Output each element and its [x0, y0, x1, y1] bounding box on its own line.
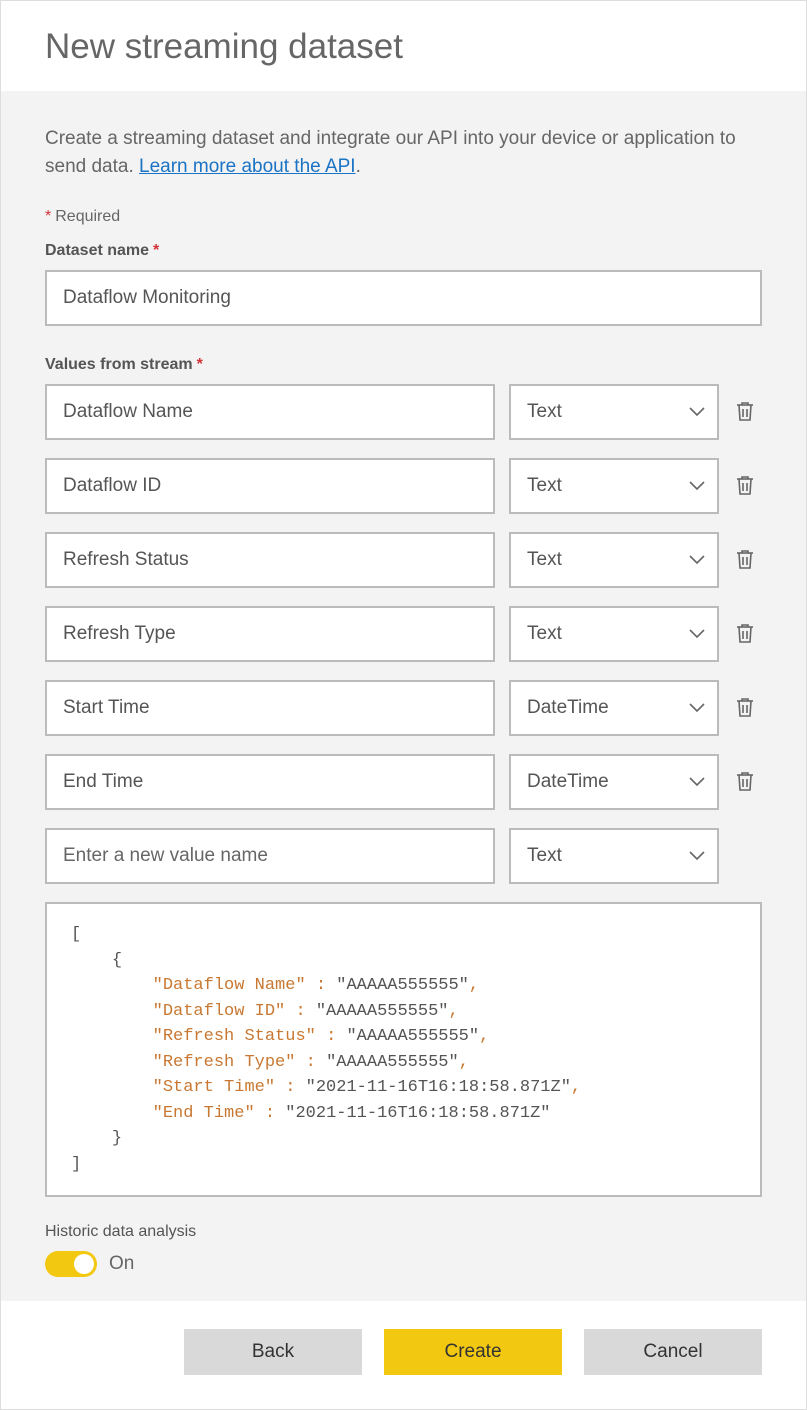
values-from-stream-section: Values from stream* Text Text Text Text Date… — [45, 356, 762, 1277]
chevron-down-icon — [689, 845, 705, 867]
historic-toggle[interactable] — [45, 1251, 97, 1277]
intro-after: . — [356, 156, 361, 177]
new-value-type-select[interactable]: Text — [509, 828, 719, 884]
value-rows: Text Text Text Text DateTime DateTime — [45, 384, 762, 810]
dialog-title: New streaming dataset — [45, 27, 762, 67]
value-type-select[interactable]: DateTime — [509, 680, 719, 736]
select-value: Text — [527, 549, 562, 571]
value-type-select[interactable]: DateTime — [509, 754, 719, 810]
value-name-input[interactable] — [45, 532, 495, 588]
select-value: Text — [527, 475, 562, 497]
required-star-icon: * — [153, 242, 159, 259]
new-value-row-wrap: Text — [45, 828, 762, 884]
select-value: Text — [527, 845, 562, 867]
chevron-down-icon — [689, 475, 705, 497]
dataset-name-section: Dataset name* — [45, 242, 762, 326]
chevron-down-icon — [689, 771, 705, 793]
new-streaming-dataset-dialog: New streaming dataset Create a streaming… — [0, 0, 807, 1410]
select-value: DateTime — [527, 771, 609, 793]
trash-icon[interactable] — [733, 768, 759, 796]
select-value: Text — [527, 623, 562, 645]
back-button[interactable]: Back — [184, 1329, 362, 1375]
value-type-select[interactable]: Text — [509, 606, 719, 662]
dataset-name-label-text: Dataset name — [45, 242, 149, 259]
historic-toggle-row: On — [45, 1251, 762, 1277]
value-row: Text — [45, 606, 762, 662]
dialog-header: New streaming dataset — [1, 1, 806, 91]
learn-more-link[interactable]: Learn more about the API — [139, 156, 356, 177]
historic-label: Historic data analysis — [45, 1223, 762, 1241]
create-button[interactable]: Create — [384, 1329, 562, 1375]
dataset-name-label: Dataset name* — [45, 242, 762, 260]
required-star-icon: * — [197, 356, 203, 373]
required-label: Required — [55, 208, 120, 225]
json-preview: [ { "Dataflow Name" : "AAAAA555555", "Da… — [45, 902, 762, 1197]
value-name-input[interactable] — [45, 754, 495, 810]
value-row: DateTime — [45, 754, 762, 810]
chevron-down-icon — [689, 401, 705, 423]
intro-text: Create a streaming dataset and integrate… — [45, 125, 762, 180]
new-value-name-input[interactable] — [45, 828, 495, 884]
value-row: Text — [45, 384, 762, 440]
dataset-name-input[interactable] — [45, 270, 762, 326]
values-from-stream-label-text: Values from stream — [45, 356, 193, 373]
required-star-icon: * — [45, 208, 51, 225]
value-name-input[interactable] — [45, 680, 495, 736]
trash-icon[interactable] — [733, 546, 759, 574]
value-type-select[interactable]: Text — [509, 384, 719, 440]
value-name-input[interactable] — [45, 606, 495, 662]
required-note: *Required — [45, 208, 762, 226]
chevron-down-icon — [689, 549, 705, 571]
dialog-footer: Back Create Cancel — [1, 1301, 806, 1409]
chevron-down-icon — [689, 623, 705, 645]
value-row: Text — [45, 458, 762, 514]
trash-icon[interactable] — [733, 398, 759, 426]
value-type-select[interactable]: Text — [509, 458, 719, 514]
historic-state-text: On — [109, 1253, 134, 1275]
values-from-stream-label: Values from stream* — [45, 356, 762, 374]
select-value: Text — [527, 401, 562, 423]
chevron-down-icon — [689, 697, 705, 719]
trash-icon[interactable] — [733, 694, 759, 722]
value-row: DateTime — [45, 680, 762, 736]
trash-icon[interactable] — [733, 620, 759, 648]
cancel-button[interactable]: Cancel — [584, 1329, 762, 1375]
value-type-select[interactable]: Text — [509, 532, 719, 588]
toggle-knob — [74, 1254, 94, 1274]
value-name-input[interactable] — [45, 458, 495, 514]
select-value: DateTime — [527, 697, 609, 719]
trash-icon[interactable] — [733, 472, 759, 500]
dialog-body: Create a streaming dataset and integrate… — [1, 91, 806, 1301]
value-name-input[interactable] — [45, 384, 495, 440]
value-row: Text — [45, 532, 762, 588]
new-value-row: Text — [45, 828, 762, 884]
